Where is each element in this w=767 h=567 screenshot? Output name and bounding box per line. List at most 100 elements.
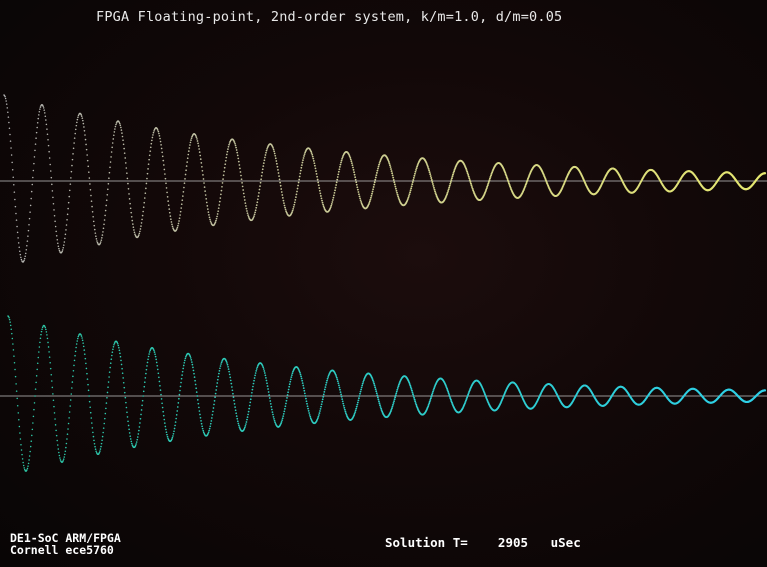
trace-2-point	[249, 401, 252, 404]
trace-1-point	[132, 223, 134, 225]
trace-2-point	[327, 376, 329, 378]
trace-1-point	[5, 103, 8, 105]
trace-2-point	[212, 410, 214, 413]
trace-2-point	[121, 367, 123, 370]
trace-2-point	[35, 375, 38, 377]
trace-2-point	[101, 439, 103, 442]
trace-2-point	[70, 393, 73, 395]
trace-2-point	[95, 450, 97, 453]
trace-1-point	[26, 240, 29, 242]
trace-1-point	[169, 215, 172, 217]
trace-2-point	[174, 421, 177, 423]
trace-2-point	[99, 450, 101, 452]
trace-1-point	[180, 203, 183, 206]
trace-1-point	[339, 163, 342, 166]
trace-2-point	[80, 335, 83, 337]
trace-2-point	[263, 372, 266, 374]
trace-1-point	[373, 183, 376, 186]
trace-1-point	[143, 201, 146, 204]
trace-1-point	[197, 145, 200, 147]
trace-1-point	[16, 225, 18, 228]
trace-1-point	[392, 178, 395, 181]
trace-1-point	[242, 192, 245, 195]
trace-1-point	[55, 230, 57, 233]
trace-1-point	[25, 249, 28, 251]
trace-1-point	[281, 194, 284, 196]
trace-2-point	[107, 381, 110, 383]
trace-2-point	[180, 381, 182, 384]
trace-1-point	[280, 188, 283, 190]
trace-1-point	[127, 187, 130, 190]
trace-1-point	[291, 209, 294, 212]
trace-2-point	[234, 409, 237, 412]
trace-2-point	[396, 386, 399, 389]
trace-1-point	[374, 176, 377, 179]
trace-1-point	[488, 179, 491, 182]
trace-1-point	[415, 168, 417, 171]
trace-2-point	[763, 389, 767, 392]
trace-1-point	[333, 191, 336, 194]
trace-1-point	[238, 164, 241, 166]
trace-2-point	[232, 392, 234, 395]
trace-2-point	[84, 357, 87, 360]
trace-2-point	[309, 415, 312, 418]
trace-1-point	[36, 126, 38, 129]
trace-1-point	[215, 217, 218, 220]
trace-1-point	[177, 222, 180, 225]
trace-1-point	[75, 124, 78, 127]
trace-1-point	[93, 224, 96, 227]
trace-2-point	[213, 400, 216, 402]
trace-2-point	[320, 405, 322, 408]
trace-2-point	[308, 412, 311, 414]
trace-2-point	[230, 382, 233, 385]
board-info: DE1-SoC ARM/FPGA Cornell ece5760	[10, 532, 121, 556]
trace-2-point	[161, 406, 164, 409]
trace-1-point	[143, 197, 146, 199]
trace-2-point	[273, 418, 275, 420]
trace-2-point	[409, 384, 412, 387]
trace-1-point	[80, 115, 83, 117]
trace-2-point	[326, 379, 328, 382]
trace-2-point	[22, 464, 25, 467]
trace-1-group	[0, 94, 767, 263]
trace-1-point	[412, 179, 415, 181]
org-label: Cornell ece5760	[10, 543, 114, 557]
trace-2-point	[372, 379, 374, 382]
trace-2-point	[38, 351, 40, 353]
trace-1-point	[369, 198, 372, 201]
trace-1-point	[264, 156, 266, 159]
trace-2-point	[68, 417, 70, 419]
trace-2-point	[103, 422, 106, 425]
trace-1-point	[38, 114, 40, 116]
trace-1-point	[187, 153, 190, 156]
trace-1-point	[468, 179, 471, 182]
trace-2-point	[299, 373, 302, 376]
trace-2-point	[235, 412, 238, 415]
trace-2-point	[171, 438, 173, 441]
trace-1-point	[433, 186, 435, 189]
trace-2-point	[108, 371, 111, 373]
trace-1-point	[241, 185, 244, 188]
trace-1-point	[66, 219, 68, 221]
trace-1-point	[96, 240, 98, 242]
trace-2-point	[142, 390, 145, 393]
trace-2-point	[207, 431, 210, 434]
trace-2-point	[22, 461, 24, 464]
trace-1-point	[255, 204, 258, 206]
trace-1-point	[353, 171, 355, 174]
trace-2-point	[228, 373, 231, 376]
trace-2-point	[251, 391, 253, 394]
trace-1-point	[318, 187, 321, 189]
trace-1-point	[206, 205, 209, 207]
trace-2-point	[247, 410, 250, 413]
trace-2-point	[379, 406, 382, 408]
trace-2-point	[147, 358, 149, 361]
trace-2-point	[248, 404, 251, 407]
trace-2-point	[88, 400, 91, 403]
trace-2-point	[172, 435, 174, 437]
trace-2-point	[106, 396, 108, 399]
trace-1-point	[375, 171, 378, 174]
trace-1-point	[103, 219, 106, 221]
trace-1-point	[120, 126, 122, 129]
trace-1-point	[203, 186, 206, 188]
